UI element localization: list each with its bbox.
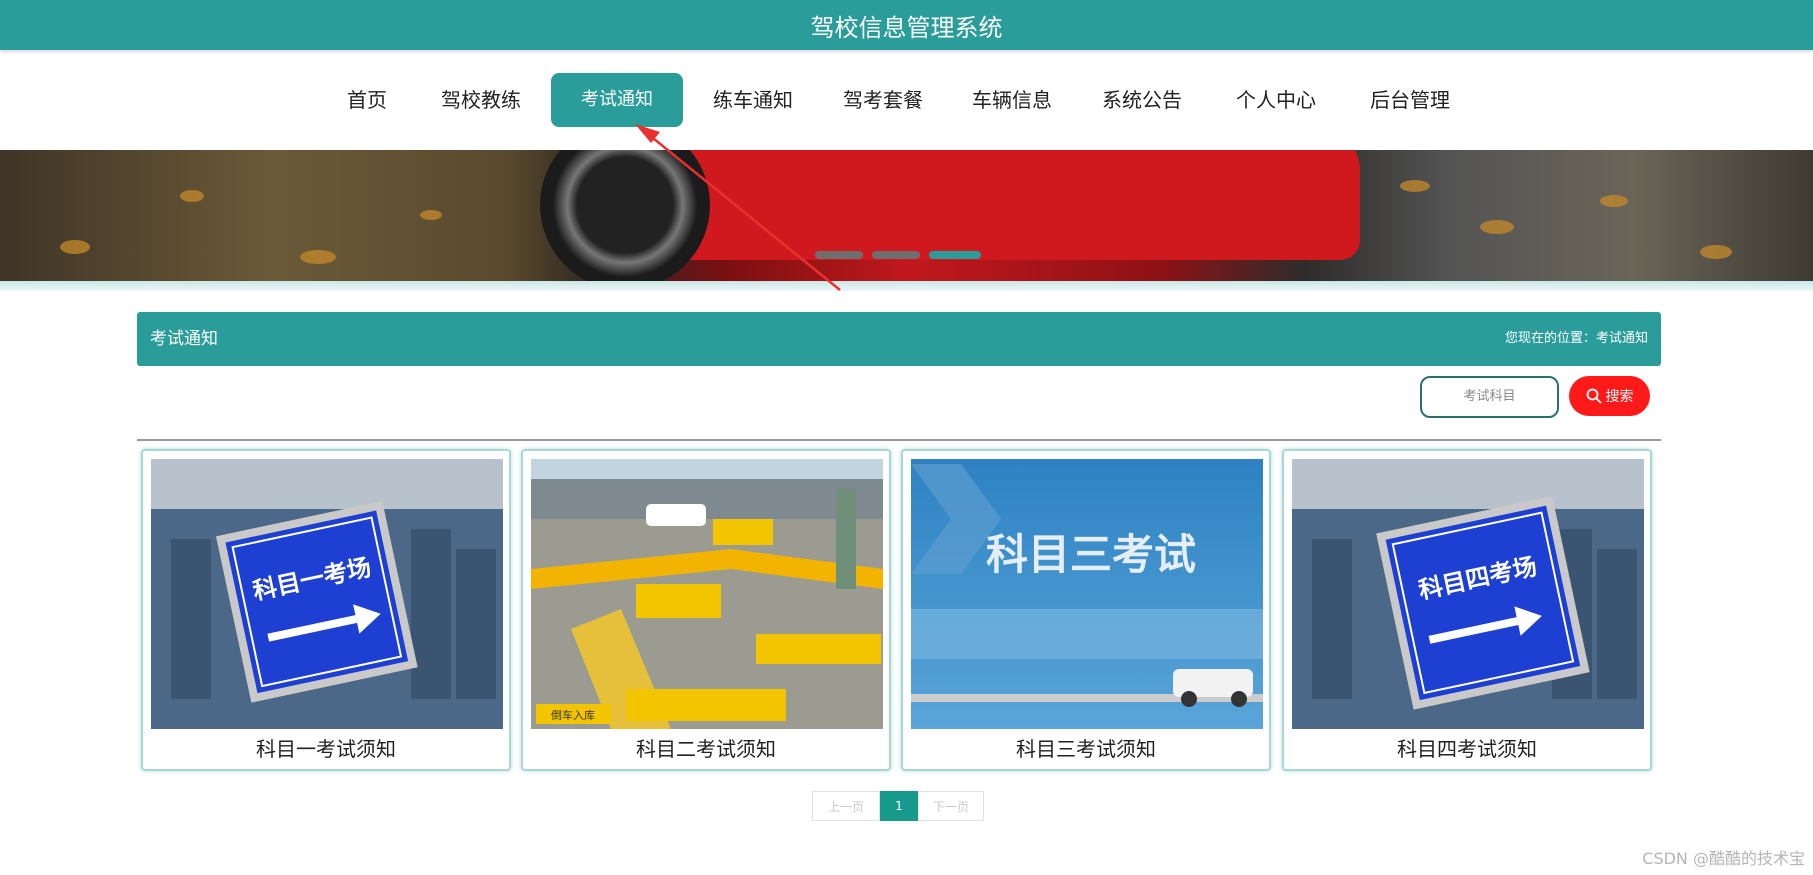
annotation-arrow — [635, 124, 841, 291]
watermark-text: CSDN @酷酷的技术宝 — [1642, 849, 1805, 868]
